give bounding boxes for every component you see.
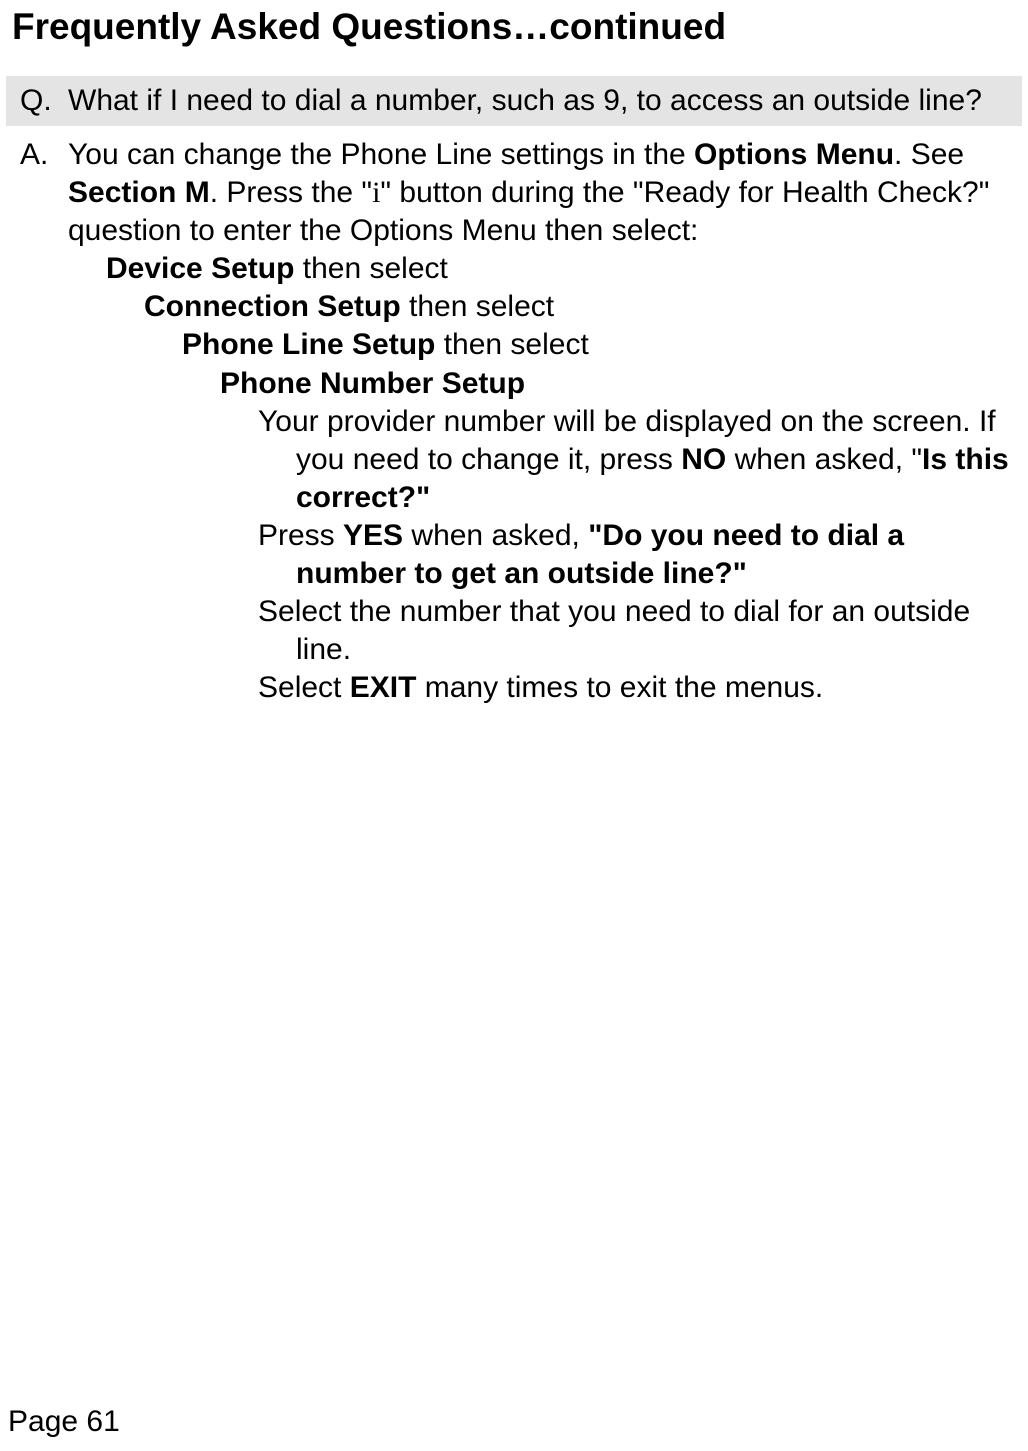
text: then select <box>435 328 588 361</box>
text: Press <box>258 519 343 552</box>
text: then select <box>401 290 554 323</box>
menu-step-connection-setup: Connection Setup then select <box>68 288 1014 326</box>
page-title: Frequently Asked Questions…continued <box>6 0 1022 76</box>
text: when asked, " <box>726 443 922 476</box>
question-text: What if I need to dial a number, such as… <box>68 84 1014 118</box>
menu-step-device-setup: Device Setup then select <box>68 250 1014 288</box>
instruction-step-4: Select EXIT many times to exit the menus… <box>68 669 1014 707</box>
faq-question-row: Q. What if I need to dial a number, such… <box>6 76 1022 126</box>
answer-label: A. <box>20 136 68 707</box>
text: . See <box>894 138 964 171</box>
bold-text: Phone Line Setup <box>182 328 435 361</box>
faq-answer-row: A. You can change the Phone Line setting… <box>6 126 1022 707</box>
text: Select the number that you need to dial … <box>258 593 1014 669</box>
menu-step-phone-number-setup: Phone Number Setup <box>68 365 1014 403</box>
bold-text: Phone Number Setup <box>220 367 525 400</box>
bold-text: YES <box>343 519 403 552</box>
answer-body: You can change the Phone Line settings i… <box>68 136 1014 707</box>
text: You can change the Phone Line settings i… <box>68 138 694 171</box>
text: Select <box>258 671 350 704</box>
bold-text: NO <box>681 443 726 476</box>
instruction-step-2: Press YES when asked, "Do you need to di… <box>68 517 1014 593</box>
bold-text: Connection Setup <box>144 290 401 323</box>
text: . Press the " <box>210 176 372 209</box>
text: many times to exit the menus. <box>416 671 823 704</box>
bold-text: Section M <box>68 176 210 209</box>
page-number: Page 61 <box>8 1405 120 1439</box>
question-label: Q. <box>20 84 68 118</box>
text: when asked, <box>403 519 588 552</box>
instruction-step-3: Select the number that you need to dial … <box>68 593 1014 669</box>
page: Frequently Asked Questions…continued Q. … <box>0 0 1028 1451</box>
text: then select <box>294 252 447 285</box>
answer-paragraph-1: You can change the Phone Line settings i… <box>68 136 1014 250</box>
instruction-step-1: Your provider number will be displayed o… <box>68 403 1014 517</box>
bold-text: Options Menu <box>694 138 894 171</box>
bold-text: EXIT <box>350 671 417 704</box>
bold-text: Device Setup <box>106 252 294 285</box>
menu-step-phone-line-setup: Phone Line Setup then select <box>68 326 1014 364</box>
